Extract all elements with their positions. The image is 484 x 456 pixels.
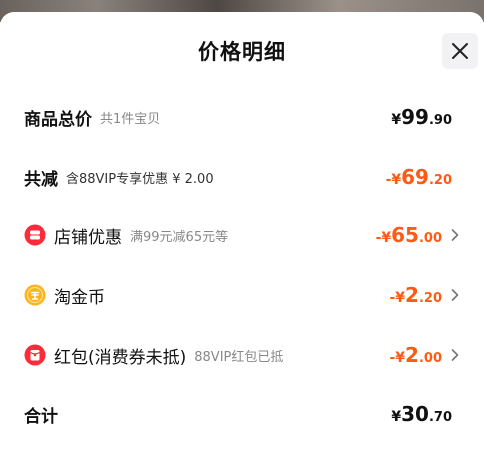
- amount-decimal: .70: [428, 410, 452, 425]
- amount-integer: 30: [401, 402, 429, 426]
- grand-total-amount: ¥ 30 .70: [391, 399, 452, 429]
- amount-decimal: .00: [418, 351, 442, 366]
- red-packet-note: 88VIP红包已抵: [194, 349, 284, 365]
- item-count-text: 共1件宝贝: [100, 111, 161, 127]
- amount-integer: 65: [391, 223, 419, 247]
- sheet-title: 价格明细: [198, 40, 286, 64]
- amount-integer: 69: [401, 165, 429, 189]
- amount-decimal: .00: [418, 231, 442, 246]
- coins-label: 淘金币: [54, 287, 105, 308]
- currency-symbol: -¥: [375, 230, 392, 246]
- currency-symbol: -¥: [389, 350, 406, 366]
- amount-decimal: .20: [418, 291, 442, 306]
- amount-decimal: .90: [428, 113, 452, 128]
- item-total-amount: ¥ 99 .90: [391, 102, 452, 132]
- red-packet-amount: -¥ 2 .00: [389, 340, 442, 370]
- close-button[interactable]: [442, 33, 478, 69]
- grand-total-label: 合计: [24, 406, 58, 427]
- row-item-total: 商品总价 共1件宝贝 ¥ 99 .90: [24, 102, 460, 132]
- currency-symbol: ¥: [391, 409, 402, 425]
- shop-discount-label: 店铺优惠: [54, 227, 122, 248]
- row-taobao-coins[interactable]: 淘金币 -¥ 2 .20: [24, 280, 460, 310]
- chevron-right-icon: [451, 349, 459, 361]
- amount-integer: 2: [405, 343, 419, 367]
- item-total-label: 商品总价: [24, 109, 92, 130]
- row-red-packet[interactable]: 红包(消费券未抵) 88VIP红包已抵 -¥ 2 .00: [24, 340, 460, 370]
- price-detail-sheet: 价格明细 商品总价 共1件宝贝 ¥ 99 .90 共减 含88VIP专享优惠 ¥…: [0, 12, 484, 456]
- red-packet-label: 红包(消费券未抵): [54, 347, 187, 368]
- reduction-label: 共减: [24, 169, 58, 190]
- row-grand-total: 合计 ¥ 30 .70: [24, 399, 460, 429]
- row-shop-discount[interactable]: 店铺优惠 满99元减65元等 -¥ 65 .00: [24, 220, 460, 250]
- amount-decimal: .20: [428, 173, 452, 188]
- shop-discount-amount: -¥ 65 .00: [376, 220, 442, 250]
- coins-amount: -¥ 2 .20: [389, 280, 442, 310]
- currency-symbol: ¥: [391, 112, 402, 128]
- amount-integer: 2: [405, 283, 419, 307]
- amount-integer: 99: [401, 105, 429, 129]
- red-packet-icon: [24, 344, 46, 366]
- reduction-amount: -¥ 69 .20: [386, 162, 452, 192]
- close-icon: [452, 43, 468, 59]
- currency-symbol: -¥: [389, 290, 406, 306]
- gold-coin-icon: [24, 284, 46, 306]
- row-total-reduction: 共减 含88VIP专享优惠 ¥ 2.00 -¥ 69 .20: [24, 162, 460, 192]
- chevron-right-icon: [451, 229, 459, 241]
- shop-coupon-icon: [24, 224, 46, 246]
- shop-discount-detail: 满99元减65元等: [130, 229, 229, 245]
- vip-discount-note: 含88VIP专享优惠 ¥ 2.00: [66, 171, 214, 187]
- currency-symbol: -¥: [385, 172, 402, 188]
- chevron-right-icon: [451, 289, 459, 301]
